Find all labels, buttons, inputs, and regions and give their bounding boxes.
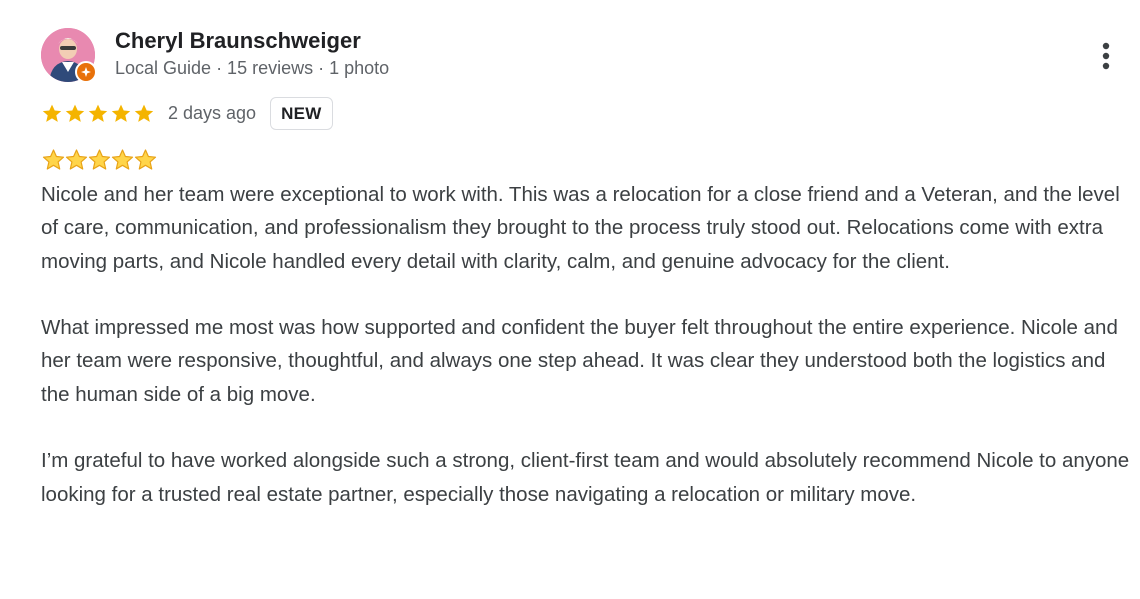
- star-icon: [65, 104, 85, 122]
- star-emoji-icon: [111, 149, 134, 170]
- review-text: Nicole and her team were exceptional to …: [41, 178, 1131, 544]
- emoji-star-row: [41, 148, 157, 172]
- star-emoji-icon: [134, 149, 157, 170]
- star-icon: [42, 104, 62, 122]
- star-icon: [134, 104, 154, 122]
- review-paragraph: I’m grateful to have worked alongside su…: [41, 449, 1130, 506]
- more-options-button[interactable]: [1090, 36, 1122, 76]
- review-date: 2 days ago: [168, 103, 257, 123]
- local-guide-badge: [75, 61, 97, 83]
- local-guide-star-icon: [81, 67, 91, 77]
- star-emoji-icon: [42, 149, 65, 170]
- reviewer-name[interactable]: Cheryl Braunschweiger: [115, 28, 361, 54]
- more-vert-icon: [1102, 42, 1110, 70]
- star-emoji-icon: [88, 149, 111, 170]
- avatar[interactable]: [41, 28, 97, 83]
- reviewer-meta[interactable]: Local Guide · 15 reviews · 1 photo: [115, 57, 389, 79]
- star-icon: [111, 104, 131, 122]
- review-card: Cheryl Braunschweiger Local Guide · 15 r…: [0, 0, 1140, 599]
- star-icon: [88, 104, 108, 122]
- star-emoji-icon: [65, 149, 88, 170]
- rating-row: 2 days ago NEW: [41, 96, 333, 131]
- star-rating: [41, 103, 156, 124]
- review-paragraph: What impressed me most was how supported…: [41, 316, 1118, 406]
- review-paragraph: Nicole and her team were exceptional to …: [41, 183, 1120, 273]
- new-badge: NEW: [270, 97, 333, 130]
